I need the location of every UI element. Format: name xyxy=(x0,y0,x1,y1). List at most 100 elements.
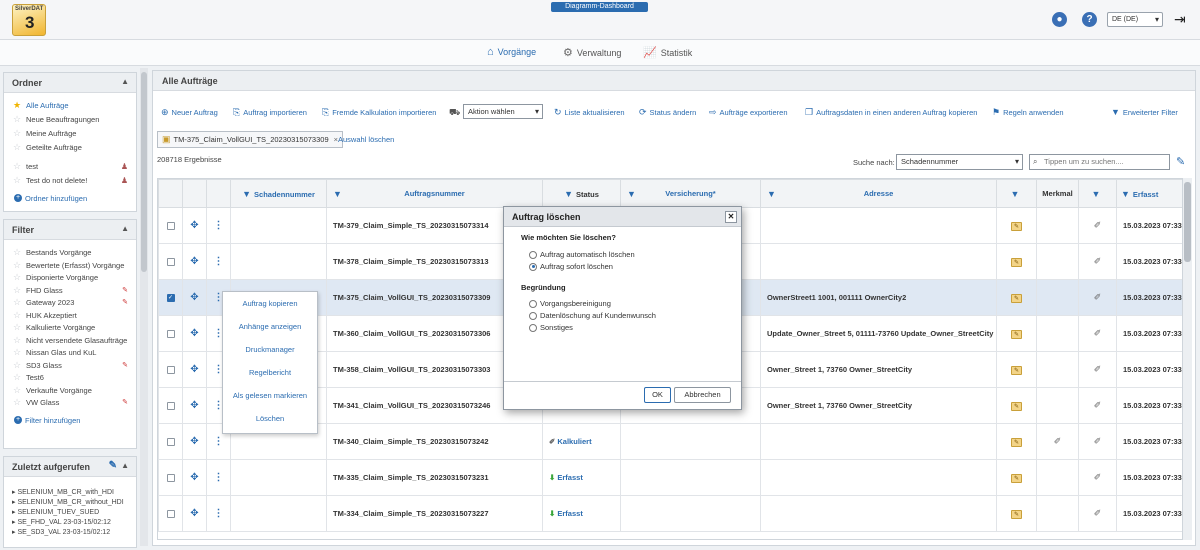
filter-icon[interactable]: ▼ xyxy=(564,189,573,199)
radio-delete-now[interactable]: Auftrag sofort löschen xyxy=(529,262,613,271)
radio-button-selected[interactable] xyxy=(529,262,537,271)
refresh-list-button[interactable]: ↻ Liste aktualisieren xyxy=(554,107,625,118)
move-icon[interactable]: ✥ xyxy=(190,220,198,231)
filter-item[interactable]: ☆ Nissan Glas und KuL xyxy=(4,347,136,358)
filter-item[interactable]: ☆ Nicht versendete Glasaufträge xyxy=(4,335,136,346)
col-filter[interactable]: ▼ xyxy=(1078,179,1117,208)
move-icon[interactable]: ✥ xyxy=(190,472,198,483)
export-orders-button[interactable]: ⇨ Aufträge exportieren xyxy=(709,107,788,118)
cell-auftragsnummer[interactable]: TM-334_Claim_Simple_TS_20230315073227 xyxy=(326,495,543,532)
col-adresse[interactable]: ▼ Adresse xyxy=(760,179,997,208)
app-logo[interactable]: SilverDAT 3 xyxy=(12,4,46,36)
action-select[interactable]: Aktion wählen xyxy=(463,104,543,119)
move-icon[interactable]: ✥ xyxy=(190,436,198,447)
folder-item[interactable]: ☆ Meine Aufträge xyxy=(4,128,136,139)
folder-item[interactable]: ☆ Neue Beauftragungen xyxy=(4,114,136,125)
folder-item[interactable]: ☆ Geteilte Aufträge xyxy=(4,142,136,153)
ok-button[interactable]: OK xyxy=(644,387,671,403)
row-checkbox[interactable] xyxy=(166,510,175,518)
filter-icon[interactable]: ▼ xyxy=(1121,189,1130,199)
new-order-button[interactable]: ⊕ Neuer Auftrag xyxy=(161,107,218,118)
filter-item[interactable]: ☆ Gateway 2023 ✎ xyxy=(4,297,136,308)
language-select[interactable]: DE (DE) xyxy=(1107,12,1163,27)
edit-columns-icon[interactable]: ✎ xyxy=(1176,155,1185,168)
radio-reason-cleanup[interactable]: Vorgangsbereinigung xyxy=(529,299,611,308)
filter-item[interactable]: ☆ Kalkulierte Vorgänge xyxy=(4,322,136,333)
filter-item[interactable]: ☆ HUK Akzeptiert xyxy=(4,310,136,321)
filter-icon[interactable]: ▼ xyxy=(1092,189,1101,199)
col-schadennummer[interactable]: ▼ Schadennummer xyxy=(230,179,327,208)
kebab-menu-icon[interactable]: ⋮ xyxy=(214,436,224,447)
chevron-up-icon[interactable]: ▲ xyxy=(121,224,129,233)
filter-icon[interactable]: ▼ xyxy=(242,189,251,199)
kebab-menu-icon[interactable]: ⋮ xyxy=(214,256,224,267)
folder-item-alle-auftraege[interactable]: ★ Alle Aufträge xyxy=(4,100,136,111)
move-icon[interactable]: ✥ xyxy=(190,256,198,267)
recent-item[interactable]: ▸ SE_FHD_VAL 23-03-15/02:12 xyxy=(4,518,136,528)
row-checkbox[interactable] xyxy=(166,222,175,230)
scrollbar-thumb[interactable] xyxy=(1184,182,1191,262)
row-checkbox-checked[interactable]: ✓ xyxy=(166,294,175,302)
col-merkmal-filter[interactable]: ▼ xyxy=(996,179,1037,208)
folder-item[interactable]: ☆ Test do not delete! ♟ xyxy=(4,175,136,186)
logout-icon[interactable]: ⇥ xyxy=(1174,11,1186,28)
filter-item[interactable]: ☆ Bewertete (Erfasst) Vorgänge xyxy=(4,260,136,271)
add-folder-button[interactable]: + Ordner hinzufügen xyxy=(4,192,136,204)
cancel-button[interactable]: Abbrechen xyxy=(674,387,731,403)
move-icon[interactable]: ✥ xyxy=(190,328,198,339)
filter-item[interactable]: ☆ Test6 xyxy=(4,372,136,383)
move-icon[interactable]: ✥ xyxy=(190,364,198,375)
filter-item[interactable]: ☆ Disponierte Vorgänge xyxy=(4,272,136,283)
kebab-menu-icon[interactable]: ⋮ xyxy=(214,220,224,231)
radio-reason-other[interactable]: Sonstiges xyxy=(529,323,573,332)
col-auftragsnummer[interactable]: ▼ Auftragsnummer xyxy=(326,179,543,208)
col-erfasst[interactable]: ▼ Erfasst xyxy=(1116,179,1182,208)
col-versicherung[interactable]: ▼ Versicherung* xyxy=(620,179,761,208)
radio-delete-auto[interactable]: Auftrag automatisch löschen xyxy=(529,250,635,259)
filter-item[interactable]: ☆ SD3 Glass ✎ xyxy=(4,360,136,371)
chevron-up-icon[interactable]: ▲ xyxy=(121,461,129,470)
foreign-calc-button[interactable]: ⎘ Fremde Kalkulation importieren xyxy=(322,107,436,118)
apply-rules-button[interactable]: ⚑ Regeln anwenden xyxy=(992,107,1064,118)
sidebar-scrollbar[interactable] xyxy=(140,68,148,546)
filter-header[interactable]: Filter ▲ xyxy=(4,220,136,240)
table-row[interactable]: ✥ ⋮ TM-334_Claim_Simple_TS_2023031507322… xyxy=(158,495,1182,532)
search-field-select[interactable]: Schadennummer xyxy=(896,154,1023,170)
cell-auftragsnummer[interactable]: TM-340_Claim_Simple_TS_20230315073242 xyxy=(326,423,543,460)
chevron-up-icon[interactable]: ▲ xyxy=(121,77,129,86)
menu-item-rule-report[interactable]: Regelbericht xyxy=(223,361,317,384)
change-status-button[interactable]: ⟳ Status ändern xyxy=(639,107,696,118)
row-checkbox[interactable] xyxy=(166,474,175,482)
recent-item[interactable]: ▸ SE_SD3_VAL 23-03-15/02:12 xyxy=(4,528,136,538)
radio-button[interactable] xyxy=(529,250,537,259)
radio-button[interactable] xyxy=(529,299,537,308)
filter-item[interactable]: ☆ Verkaufte Vorgänge xyxy=(4,385,136,396)
radio-button[interactable] xyxy=(529,323,537,332)
user-icon[interactable]: ● xyxy=(1052,12,1067,27)
filter-icon[interactable]: ▼ xyxy=(333,189,342,199)
extended-filter-button[interactable]: ▼ Erweiterter Filter xyxy=(1111,107,1178,117)
search-input[interactable]: ⌕ Tippen um zu suchen.... xyxy=(1029,154,1170,170)
menu-item-print-manager[interactable]: Druckmanager xyxy=(223,338,317,361)
recent-header[interactable]: Zuletzt aufgerufen ✎ ▲ xyxy=(4,457,136,477)
recent-item[interactable]: ▸ SELENIUM_MB_CR_without_HDI xyxy=(4,498,136,508)
move-icon[interactable]: ✥ xyxy=(190,400,198,411)
add-filter-button[interactable]: + Filter hinzufügen xyxy=(4,414,136,426)
row-checkbox[interactable] xyxy=(166,402,175,410)
nav-verwaltung[interactable]: ⚙ Verwaltung xyxy=(563,46,621,59)
move-icon[interactable]: ✥ xyxy=(190,292,198,303)
recent-item[interactable]: ▸ SELENIUM_MB_CR_with_HDI xyxy=(4,488,136,498)
filter-icon[interactable]: ▼ xyxy=(1011,189,1020,199)
row-checkbox[interactable] xyxy=(166,330,175,338)
table-scrollbar[interactable] xyxy=(1183,178,1192,540)
close-icon[interactable]: ✕ xyxy=(725,211,737,223)
cell-auftragsnummer[interactable]: TM-335_Claim_Simple_TS_20230315073231 xyxy=(326,459,543,496)
menu-item-delete[interactable]: Löschen xyxy=(223,407,317,430)
row-checkbox[interactable] xyxy=(166,258,175,266)
folder-item[interactable]: ☆ test ♟ xyxy=(4,161,136,172)
recent-item[interactable]: ▸ SELENIUM_TUEV_SUED xyxy=(4,508,136,518)
menu-item-copy-order[interactable]: Auftrag kopieren xyxy=(223,292,317,315)
row-checkbox[interactable] xyxy=(166,438,175,446)
col-merkmal[interactable]: Merkmal xyxy=(1036,179,1079,208)
nav-statistik[interactable]: 📈 Statistik xyxy=(643,46,692,59)
